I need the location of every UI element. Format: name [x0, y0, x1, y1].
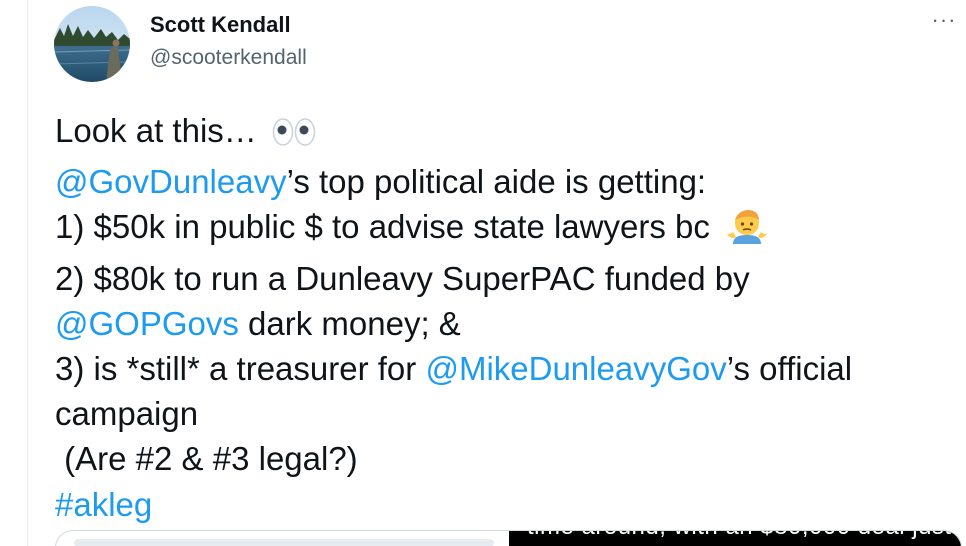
tweet-line-text: ’s official [726, 350, 853, 388]
tweet-line-text: campaign [55, 395, 199, 433]
link-preview-card[interactable]: time around, with an $80,000 deal just [55, 530, 962, 546]
tweet-line: Look at this… [55, 108, 960, 159]
hashtag-link[interactable]: #akleg [55, 486, 152, 523]
tweet-line-text: Look at this… [55, 112, 266, 149]
tweet-line-text: (Are #2 & #3 legal?) [55, 440, 358, 478]
mention-link[interactable]: @GovDunleavy [55, 163, 287, 200]
card-image-caption: time around, with an $80,000 deal just [527, 531, 952, 541]
tweet-line: #akleg [55, 482, 960, 527]
author-handle[interactable]: @scooterkendall [150, 46, 307, 70]
mention-link[interactable]: @MikeDunleavyGov [425, 350, 726, 387]
tweet-line: 2) $80k to run a Dunleavy SuperPAC funde… [55, 256, 960, 301]
tweet-line: @GovDunleavy’s top political aide is get… [55, 159, 960, 204]
more-horizontal-icon: ··· [931, 7, 957, 32]
tweet-line-text: 3) is *still* a treasurer for [55, 350, 426, 388]
tweet-line: 3) is *still* a treasurer for @MikeDunle… [55, 346, 960, 391]
tweet-line: campaign [55, 391, 960, 436]
author-name[interactable]: Scott Kendall [150, 12, 291, 38]
tweet-line-text: dark money; & [238, 304, 461, 342]
more-options-button[interactable]: ··· [926, 7, 962, 38]
tweet-line: @GOPGovs dark money; & [55, 301, 960, 346]
person-shrugging-emoji-icon [725, 208, 769, 255]
avatar-lake-photo-icon [54, 6, 130, 82]
tweet-line: 1) $50k in public $ to advise state lawy… [55, 204, 960, 255]
timeline-divider [27, 0, 28, 546]
tweet-line-text: 1) $50k in public $ to advise state lawy… [55, 208, 720, 246]
tweet-text: Look at this… @GovDunleavy’s top politic… [55, 108, 960, 527]
mention-link[interactable]: @GOPGovs [55, 305, 239, 342]
author-avatar[interactable] [54, 6, 130, 82]
card-header [74, 539, 494, 546]
tweet-view: Scott Kendall @scooterkendall ··· Look a… [0, 0, 966, 546]
card-image: time around, with an $80,000 deal just [509, 531, 961, 546]
tweet-line: (Are #2 & #3 legal?) [55, 436, 960, 481]
tweet-line-text: ’s top political aide is getting: [286, 163, 707, 201]
tweet-line-text: 2) $80k to run a Dunleavy SuperPAC funde… [55, 259, 750, 297]
eyes-emoji-icon [272, 114, 316, 159]
